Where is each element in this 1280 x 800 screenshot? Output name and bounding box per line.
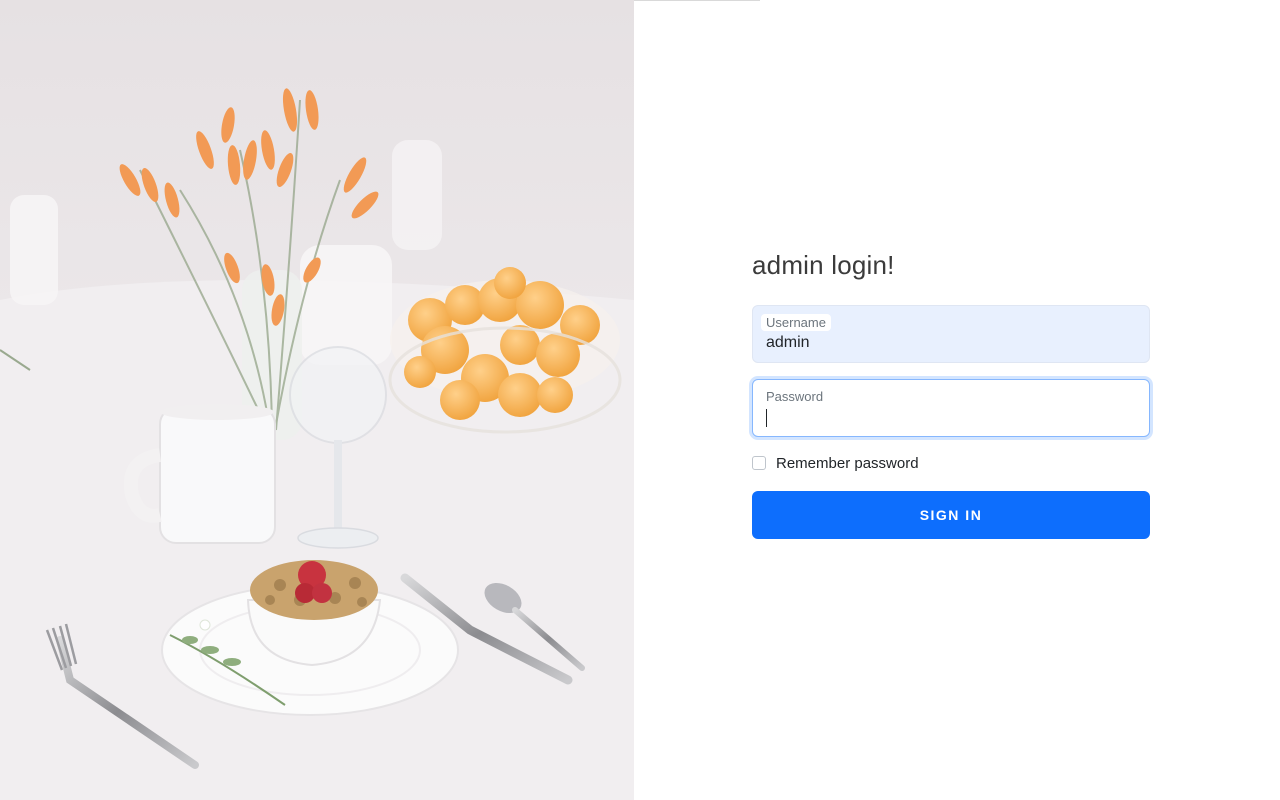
text-cursor bbox=[766, 409, 767, 427]
remember-label[interactable]: Remember password bbox=[776, 455, 919, 472]
password-field[interactable]: Password bbox=[752, 379, 1150, 437]
sign-in-button[interactable]: SIGN IN bbox=[752, 491, 1150, 539]
username-label: Username bbox=[761, 314, 831, 331]
password-label: Password bbox=[766, 389, 824, 404]
breakfast-table-photo bbox=[0, 0, 634, 800]
page-title: admin login! bbox=[752, 250, 895, 280]
username-value: admin bbox=[766, 334, 810, 351]
remember-checkbox[interactable] bbox=[752, 456, 766, 470]
username-field[interactable]: Username admin bbox=[752, 305, 1150, 363]
hero-photo bbox=[0, 0, 634, 800]
login-form: admin login! Username admin Password Rem… bbox=[752, 250, 1150, 539]
remember-row: Remember password bbox=[752, 453, 1150, 473]
